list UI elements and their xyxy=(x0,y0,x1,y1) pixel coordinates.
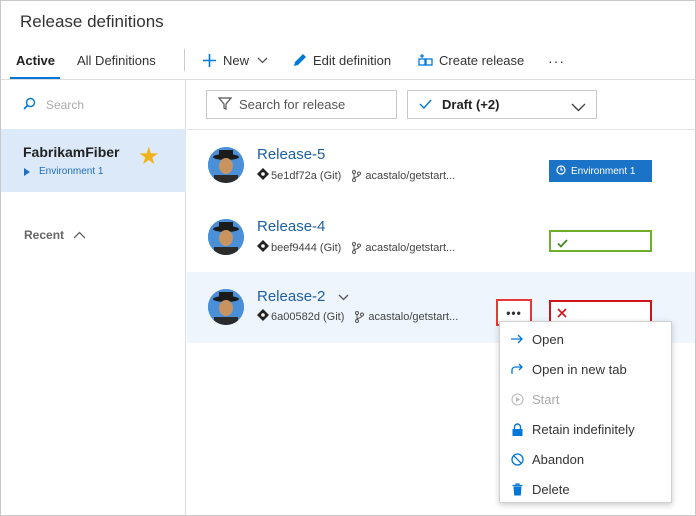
status-filter-dropdown[interactable]: Draft (+2) xyxy=(407,90,597,119)
release-name-link[interactable]: Release-4 xyxy=(257,218,325,235)
branch-icon xyxy=(355,310,365,323)
plus-icon xyxy=(202,53,217,68)
definition-environment-label: Environment 1 xyxy=(39,166,104,177)
environment-status-label: Environment 1 xyxy=(571,165,636,177)
branch-name: acastalo/getstart... xyxy=(365,241,456,254)
menu-item-retain-indefinitely[interactable]: Retain indefinitely xyxy=(500,414,671,444)
release-search-placeholder: Search for release xyxy=(239,97,346,112)
environment-status-succeeded[interactable] xyxy=(549,230,652,252)
environment-status-failed[interactable] xyxy=(549,300,652,322)
recent-section-toggle[interactable]: Recent xyxy=(24,228,86,242)
menu-item-start: Start xyxy=(500,384,671,414)
menu-item-label: Open in new tab xyxy=(532,361,627,377)
redirect-icon xyxy=(510,362,524,376)
menu-item-label: Start xyxy=(532,391,560,407)
commit-icon xyxy=(257,168,269,183)
tab-all-definitions[interactable]: All Definitions xyxy=(77,53,156,68)
menu-item-label: Open xyxy=(532,331,564,347)
menu-item-open-in-new-tab[interactable]: Open in new tab xyxy=(500,354,671,384)
pencil-icon xyxy=(292,53,307,68)
definitions-pane: Search FabrikamFiber Environment 1 ★ Rec… xyxy=(1,80,186,515)
arrow-right-icon xyxy=(510,332,524,346)
avatar xyxy=(208,289,244,325)
favorite-star-icon[interactable]: ★ xyxy=(138,145,160,169)
new-button-label: New xyxy=(223,53,250,68)
create-release-button[interactable]: Create release xyxy=(418,53,524,68)
release-icon xyxy=(418,53,433,68)
toolbar-more-button[interactable]: ··· xyxy=(548,53,565,69)
search-icon xyxy=(23,97,36,113)
release-name-text: Release-2 xyxy=(257,288,326,305)
edit-definition-label: Edit definition xyxy=(313,53,392,68)
branch-name: acastalo/getstart... xyxy=(365,169,456,182)
menu-item-abandon[interactable]: Abandon xyxy=(500,444,671,474)
commit-icon xyxy=(257,240,269,255)
tab-active[interactable]: Active xyxy=(16,53,55,68)
menu-item-delete[interactable]: Delete xyxy=(500,474,671,504)
release-row[interactable]: Release-4 beef9444 (Git) acastalo/getsta… xyxy=(187,202,695,273)
menu-item-label: Abandon xyxy=(532,451,585,467)
chevron-down-icon xyxy=(571,100,586,115)
create-release-label: Create release xyxy=(439,53,525,68)
branch-icon xyxy=(352,241,362,254)
release-row[interactable]: Release-5 5e1df72a (Git) acastalo/getsta… xyxy=(187,130,695,201)
release-definitions-window: Release definitions Active All Definitio… xyxy=(0,0,696,516)
menu-item-label: Retain indefinitely xyxy=(532,421,635,437)
avatar xyxy=(208,147,244,183)
chevron-down-icon xyxy=(257,57,268,64)
definition-name: FabrikamFiber xyxy=(23,144,120,160)
branch-name: acastalo/getstart... xyxy=(368,310,459,323)
expand-triangle-icon xyxy=(24,167,30,176)
checkmark-icon xyxy=(557,235,568,253)
branch-icon xyxy=(352,169,362,182)
commit-id: 6a00582d (Git) xyxy=(271,310,345,323)
environment-status-in-progress[interactable]: Environment 1 xyxy=(549,160,652,182)
definition-environment[interactable]: Environment 1 xyxy=(24,166,103,177)
status-filter-value: Draft (+2) xyxy=(442,97,500,112)
release-name-link[interactable]: Release-5 xyxy=(257,146,325,163)
clock-icon xyxy=(556,164,566,178)
release-name-link[interactable]: Release-2 xyxy=(257,288,349,305)
page-title: Release definitions xyxy=(20,12,164,31)
menu-item-label: Delete xyxy=(532,481,570,497)
tab-bar: Active All Definitions New Edit definiti… xyxy=(1,45,695,79)
toolbar-divider xyxy=(184,49,185,71)
trash-icon xyxy=(510,482,524,496)
new-button[interactable]: New xyxy=(202,53,268,68)
release-source: 5e1df72a (Git) acastalo/getstart... xyxy=(257,168,455,183)
commit-id: beef9444 (Git) xyxy=(271,241,342,254)
definitions-search[interactable]: Search xyxy=(23,97,84,113)
definition-item-fabrikamfiber[interactable]: FabrikamFiber Environment 1 ★ xyxy=(1,129,186,192)
avatar xyxy=(208,219,244,255)
release-context-menu: Open Open in new tab Start Retain indefi… xyxy=(499,321,672,503)
menu-item-open[interactable]: Open xyxy=(500,324,671,354)
definitions-search-placeholder: Search xyxy=(46,98,85,112)
chevron-up-icon xyxy=(73,228,86,242)
release-source: 6a00582d (Git) acastalo/getstart... xyxy=(257,309,458,324)
release-search-input[interactable]: Search for release xyxy=(206,90,397,119)
cancel-icon xyxy=(510,452,524,466)
filter-icon xyxy=(217,96,233,113)
edit-definition-button[interactable]: Edit definition xyxy=(292,53,391,68)
checkmark-icon xyxy=(419,97,432,112)
commit-id: 5e1df72a (Git) xyxy=(271,169,342,182)
lock-icon xyxy=(510,422,524,436)
play-icon xyxy=(510,392,524,406)
recent-label: Recent xyxy=(24,228,65,242)
release-source: beef9444 (Git) acastalo/getstart... xyxy=(257,240,455,255)
commit-icon xyxy=(257,309,269,324)
chevron-down-icon xyxy=(338,288,349,305)
